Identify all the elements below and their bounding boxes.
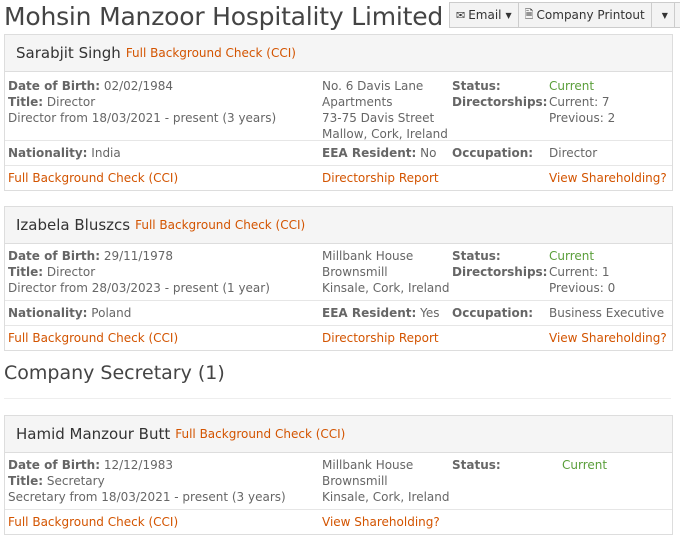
- address: Millbank House Brownsmill Kinsale, Cork,…: [322, 248, 450, 296]
- occupation-label: Occupation:: [452, 146, 534, 160]
- occupation-value: Business Executive: [549, 306, 665, 320]
- links-row: Full Background Check (CCI) View Shareho…: [5, 510, 672, 534]
- previous-count: Previous: 0: [549, 281, 616, 295]
- status-value: Current: [549, 79, 595, 93]
- email-button[interactable]: ✉ Email ▼: [449, 2, 519, 28]
- eea-label: EEA Resident:: [322, 146, 417, 160]
- person-name[interactable]: Sarabjit Singh: [16, 44, 121, 62]
- tenure-text: Secretary from 18/03/2021 - present (3 y…: [8, 490, 286, 504]
- director-card: Izabela Bluszcs Full Background Check (C…: [4, 206, 673, 351]
- chevron-down-icon: ▼: [505, 10, 512, 20]
- details-row: Date of Birth: 02/02/1984 Title: Directo…: [5, 72, 672, 141]
- dob-label: Date of Birth:: [8, 249, 101, 263]
- view-shareholding-link[interactable]: View Shareholding?: [322, 514, 440, 530]
- nationality-value: Poland: [91, 306, 132, 320]
- directorship-report-link[interactable]: Directorship Report: [322, 330, 439, 346]
- eea-value: No: [420, 146, 437, 160]
- address: Millbank House Brownsmill Kinsale, Cork,…: [322, 457, 450, 505]
- links-row: Full Background Check (CCI) Directorship…: [5, 166, 672, 190]
- address-line: 73-75 Davis Street: [322, 111, 435, 125]
- details-row: Date of Birth: 12/12/1983 Title: Secreta…: [5, 453, 672, 510]
- address-line: Brownsmill: [322, 474, 388, 488]
- nationality-value: India: [91, 146, 121, 160]
- toolbar: ✉ Email ▼ 🗎 Company Printout ▼ ⎙ Pr: [449, 2, 680, 28]
- title-value: Secretary: [46, 474, 105, 488]
- nationality-row: Nationality: India EEA Resident: No Occu…: [5, 141, 672, 166]
- address-line: Apartments: [322, 95, 393, 109]
- links-row: Full Background Check (CCI) Directorship…: [5, 326, 672, 350]
- title-label: Title:: [8, 474, 44, 488]
- dob-label: Date of Birth:: [8, 458, 101, 472]
- dob-value: 12/12/1983: [103, 458, 174, 472]
- printout-dropdown-button[interactable]: ▼: [650, 2, 675, 28]
- company-title: Mohsin Manzoor Hospitality Limited: [4, 2, 444, 31]
- address-line: Millbank House: [322, 249, 414, 263]
- nationality-label: Nationality:: [8, 306, 88, 320]
- title-label: Title:: [8, 95, 44, 109]
- eea-label: EEA Resident:: [322, 306, 417, 320]
- pdf-icon: 🗎: [524, 7, 534, 21]
- current-count: Current: 7: [549, 95, 610, 109]
- tenure-text: Director from 28/03/2023 - present (1 ye…: [8, 281, 270, 295]
- address-line: Kinsale, Cork, Ireland: [322, 281, 450, 295]
- status-label: Status:: [452, 458, 501, 472]
- dob-label: Date of Birth:: [8, 79, 101, 93]
- section-title: Company Secretary (1): [4, 362, 225, 384]
- card-header: Hamid Manzour Butt Full Background Check…: [5, 416, 672, 453]
- dob-value: 29/11/1978: [103, 249, 174, 263]
- secretary-card: Hamid Manzour Butt Full Background Check…: [4, 415, 673, 535]
- address: No. 6 Davis Lane Apartments 73-75 Davis …: [322, 78, 448, 142]
- card-header: Izabela Bluszcs Full Background Check (C…: [5, 207, 672, 244]
- cci-link[interactable]: Full Background Check (CCI): [8, 330, 178, 346]
- occupation-value: Director: [549, 146, 598, 160]
- details-row: Date of Birth: 29/11/1978 Title: Directo…: [5, 244, 672, 301]
- dob-value: 02/02/1984: [103, 79, 174, 93]
- status-label: Status:: [452, 249, 501, 263]
- cci-link[interactable]: Full Background Check (CCI): [8, 170, 178, 186]
- directorship-report-link[interactable]: Directorship Report: [322, 170, 439, 186]
- status-value: Current: [562, 458, 608, 472]
- address-line: Millbank House: [322, 458, 414, 472]
- cci-link[interactable]: Full Background Check (CCI): [126, 46, 296, 60]
- previous-count: Previous: 2: [549, 111, 616, 125]
- address-line: Mallow, Cork, Ireland: [322, 127, 448, 141]
- person-name[interactable]: Izabela Bluszcs: [16, 216, 130, 234]
- nationality-label: Nationality:: [8, 146, 88, 160]
- status-label: Status:: [452, 79, 501, 93]
- address-line: Kinsale, Cork, Ireland: [322, 490, 450, 504]
- title-value: Director: [46, 265, 96, 279]
- title-label: Title:: [8, 265, 44, 279]
- tenure-text: Director from 18/03/2021 - present (3 ye…: [8, 111, 277, 125]
- nationality-row: Nationality: Poland EEA Resident: Yes Oc…: [5, 301, 672, 326]
- view-shareholding-link[interactable]: View Shareholding?: [549, 170, 667, 186]
- address-line: No. 6 Davis Lane: [322, 79, 424, 93]
- company-printout-label: Company Printout: [536, 8, 645, 22]
- directorships-label: Directorships:: [452, 265, 548, 279]
- person-name[interactable]: Hamid Manzour Butt: [16, 425, 170, 443]
- eea-value: Yes: [420, 306, 440, 320]
- card-header: Sarabjit Singh Full Background Check (CC…: [5, 35, 672, 72]
- director-card: Sarabjit Singh Full Background Check (CC…: [4, 34, 673, 191]
- current-count: Current: 1: [549, 265, 610, 279]
- cci-link[interactable]: Full Background Check (CCI): [175, 427, 345, 441]
- address-line: Brownsmill: [322, 265, 388, 279]
- chevron-down-icon: ▼: [661, 10, 668, 20]
- title-value: Director: [46, 95, 96, 109]
- divider: [4, 398, 671, 399]
- view-shareholding-link[interactable]: View Shareholding?: [549, 330, 667, 346]
- status-value: Current: [549, 249, 595, 263]
- print-button[interactable]: ⎙ Pr: [673, 2, 680, 28]
- cci-link[interactable]: Full Background Check (CCI): [8, 514, 178, 530]
- directorships-label: Directorships:: [452, 95, 548, 109]
- email-label: Email: [468, 8, 502, 22]
- company-printout-button[interactable]: 🗎 Company Printout: [517, 2, 652, 28]
- occupation-label: Occupation:: [452, 306, 534, 320]
- envelope-icon: ✉: [456, 8, 466, 22]
- cci-link[interactable]: Full Background Check (CCI): [135, 218, 305, 232]
